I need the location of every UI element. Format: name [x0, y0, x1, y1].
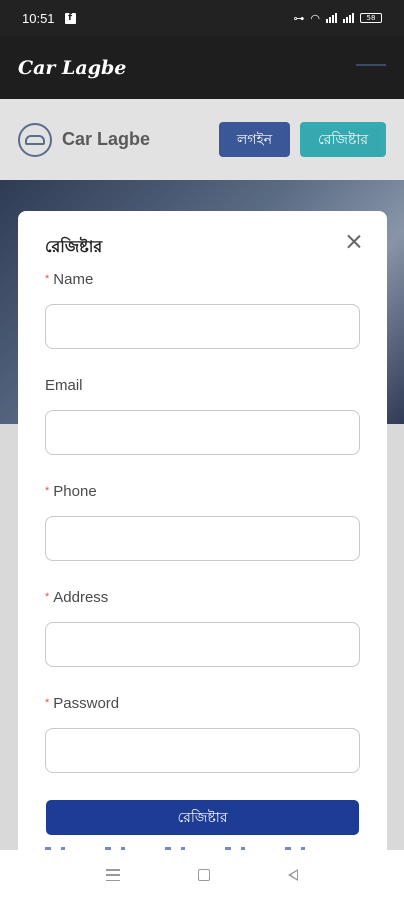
phone-label: * Phone	[45, 483, 97, 500]
phone-field[interactable]	[45, 516, 360, 561]
facebook-notification-icon: f	[64, 12, 76, 24]
home-icon[interactable]	[198, 869, 210, 881]
modal-title: রেজিষ্টার	[45, 237, 103, 256]
email-field[interactable]	[45, 410, 360, 455]
name-label: * Name	[45, 271, 94, 288]
car-logo-icon	[18, 122, 52, 157]
signal-icon	[326, 13, 337, 23]
status-bar: 10:51 f ⊶ ◠ 58	[0, 0, 404, 36]
register-button[interactable]: রেজিষ্টার	[300, 122, 386, 157]
menu-hint[interactable]	[356, 64, 386, 66]
app-title: Car Lagbe	[18, 56, 127, 79]
menu-icon[interactable]	[106, 869, 120, 881]
register-modal: রেজিষ্টার * Name Email * Phone * Address * P…	[18, 211, 387, 871]
close-icon[interactable]	[343, 231, 365, 253]
password-field[interactable]	[45, 728, 360, 773]
login-button[interactable]: লগইন	[219, 122, 290, 157]
system-nav-bar	[0, 850, 404, 900]
site-header: Car Lagbe লগইন রেজিষ্টার	[0, 99, 404, 180]
wifi-icon: ◠	[310, 11, 320, 25]
status-icons: ⊶ ◠ 58	[293, 12, 382, 25]
password-label: * Password	[45, 695, 120, 712]
back-icon[interactable]	[288, 869, 298, 881]
name-field[interactable]	[45, 304, 360, 349]
address-label: * Address	[45, 589, 109, 606]
app-bar: Car Lagbe	[0, 36, 404, 99]
hotspot-icon: ⊶	[293, 11, 305, 25]
address-field[interactable]	[45, 622, 360, 667]
email-label: Email	[45, 377, 83, 394]
battery-icon: 58	[360, 13, 382, 23]
brand-name: Car Lagbe	[62, 129, 151, 149]
signal-icon-2	[343, 13, 354, 23]
submit-register-button[interactable]: রেজিষ্টার	[46, 800, 359, 835]
status-time: 10:51	[22, 10, 55, 26]
